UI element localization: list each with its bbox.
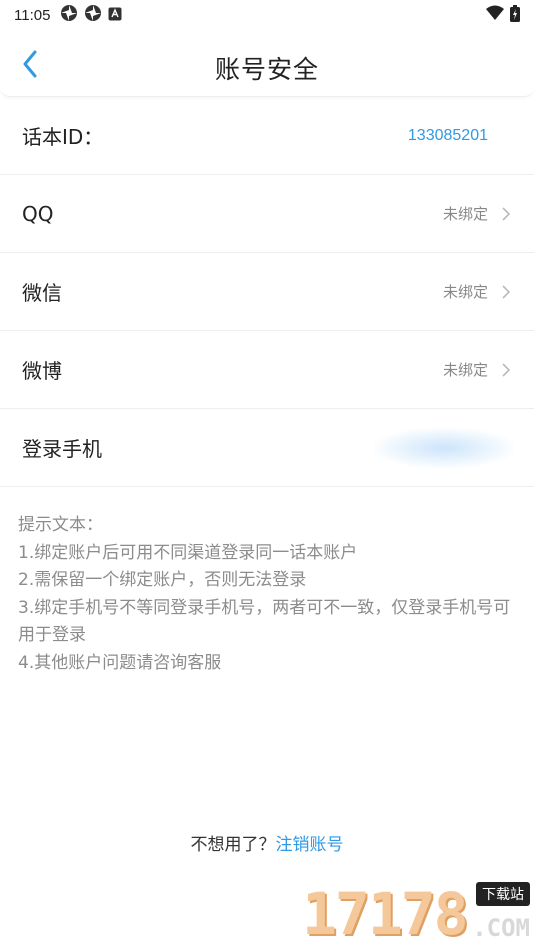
aperture-icon xyxy=(84,4,102,26)
battery-charging-icon xyxy=(510,4,520,26)
status-icons-left xyxy=(60,4,122,26)
status-time: 11:05 xyxy=(14,6,51,24)
phone-number-blurred xyxy=(374,427,514,468)
tips-line: 1.绑定账户后可用不同渠道登录同一话本账户 xyxy=(18,542,358,563)
watermark-digits: 17178 xyxy=(302,880,469,948)
binding-status: 未绑定 xyxy=(442,361,488,379)
status-bar: 11:05 xyxy=(0,0,534,30)
cancel-account-link[interactable]: 注销账号 xyxy=(276,835,344,855)
chevron-right-icon xyxy=(500,206,512,222)
binding-label: QQ xyxy=(22,201,54,226)
tips-line: 2.需保留一个绑定账户，否则无法登录 xyxy=(18,570,307,590)
binding-status: 未绑定 xyxy=(442,283,488,301)
binding-row-wechat[interactable]: 微信 未绑定 xyxy=(0,253,534,331)
tips-heading: 提示文本： xyxy=(18,515,103,535)
chevron-right-icon xyxy=(500,284,512,300)
watermark-suffix: .COM xyxy=(472,914,530,942)
binding-label: 微信 xyxy=(22,281,62,305)
account-id-label: 话本ID： xyxy=(22,125,104,149)
chevron-right-icon xyxy=(500,362,512,378)
footer-prompt: 不想用了？ xyxy=(190,835,276,855)
binding-row-weibo[interactable]: 微博 未绑定 xyxy=(0,331,534,409)
nav-bar: 账号安全 xyxy=(0,34,534,97)
footer: 不想用了？注销账号 xyxy=(0,830,534,855)
aperture-icon xyxy=(60,4,78,26)
tips-line: 3.绑定手机号不等同登录手机号，两者可不一致，仅登录手机号可用于登录 xyxy=(18,597,511,646)
page-title: 账号安全 xyxy=(214,55,319,84)
binding-label: 微博 xyxy=(22,359,62,383)
watermark-logo: 17178 下载站 .COM xyxy=(302,880,530,948)
android-notification-icon xyxy=(108,6,122,25)
account-id-row: 话本ID： 133085201 xyxy=(0,97,534,175)
login-phone-row[interactable]: 登录手机 xyxy=(0,409,534,487)
wifi-icon xyxy=(486,5,504,25)
binding-row-qq[interactable]: QQ 未绑定 xyxy=(0,175,534,253)
login-phone-label: 登录手机 xyxy=(22,437,102,461)
watermark-tag: 下载站 xyxy=(476,882,530,906)
binding-status: 未绑定 xyxy=(442,205,488,223)
tips-section: 提示文本： 1.绑定账户后可用不同渠道登录同一话本账户 2.需保留一个绑定账户，… xyxy=(18,512,518,677)
tips-line: 4.其他账户问题请咨询客服 xyxy=(18,652,222,673)
status-icons-right xyxy=(486,4,520,26)
account-id-value: 133085201 xyxy=(407,126,488,144)
